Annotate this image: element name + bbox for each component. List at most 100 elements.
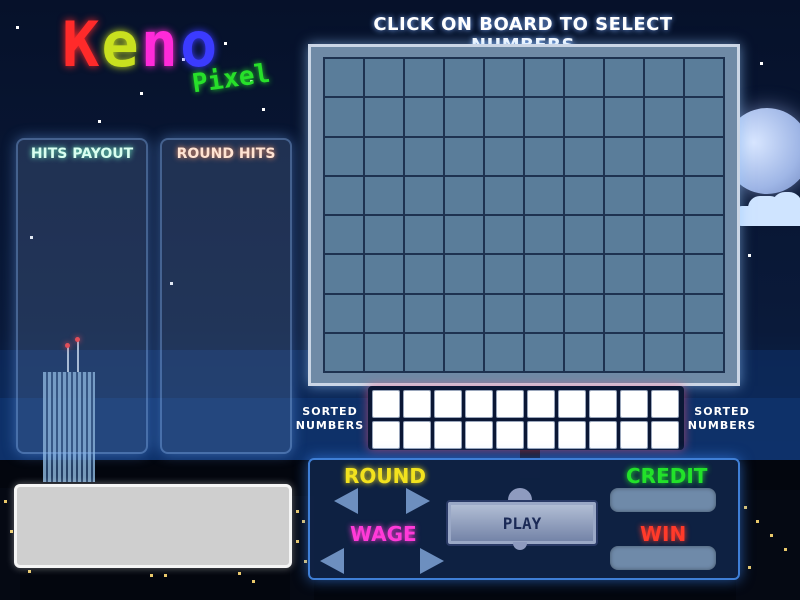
- board-cell[interactable]: [645, 294, 683, 332]
- board-cell[interactable]: [325, 176, 363, 214]
- board-cell[interactable]: [685, 333, 723, 371]
- board-cell[interactable]: [325, 216, 363, 254]
- board-cell[interactable]: [645, 333, 683, 371]
- wage-increase-arrow[interactable]: [420, 548, 444, 574]
- board-cell[interactable]: [565, 333, 603, 371]
- round-label: ROUND: [344, 464, 426, 488]
- wage-decrease-arrow[interactable]: [320, 548, 344, 574]
- board-cell[interactable]: [325, 294, 363, 332]
- board-cell[interactable]: [365, 176, 403, 214]
- board-cell[interactable]: [685, 255, 723, 293]
- board-cell[interactable]: [565, 294, 603, 332]
- board-cell[interactable]: [525, 176, 563, 214]
- board-cell[interactable]: [645, 255, 683, 293]
- board-cell[interactable]: [365, 333, 403, 371]
- board-cell[interactable]: [525, 98, 563, 136]
- credit-label: CREDIT: [626, 464, 708, 488]
- round-decrease-arrow[interactable]: [334, 488, 358, 514]
- board-cell[interactable]: [445, 333, 483, 371]
- sorted-number-slot: [558, 390, 586, 418]
- board-cell[interactable]: [325, 137, 363, 175]
- board-cell[interactable]: [645, 137, 683, 175]
- board-cell[interactable]: [525, 216, 563, 254]
- board-cell[interactable]: [485, 333, 523, 371]
- board-cell[interactable]: [525, 255, 563, 293]
- board-cell[interactable]: [565, 98, 603, 136]
- board-cell[interactable]: [485, 216, 523, 254]
- window-light: [784, 548, 787, 551]
- board-cell[interactable]: [405, 98, 443, 136]
- board-cell[interactable]: [645, 59, 683, 97]
- board-cell[interactable]: [445, 216, 483, 254]
- board-cell[interactable]: [485, 98, 523, 136]
- board-cell[interactable]: [525, 137, 563, 175]
- board-cell[interactable]: [525, 59, 563, 97]
- window-light: [770, 534, 773, 537]
- board-cell[interactable]: [445, 59, 483, 97]
- board-cell[interactable]: [485, 176, 523, 214]
- play-button[interactable]: PLAY: [446, 500, 598, 546]
- board-cell[interactable]: [685, 137, 723, 175]
- board-cell[interactable]: [445, 255, 483, 293]
- board-cell[interactable]: [565, 255, 603, 293]
- board-cell[interactable]: [365, 137, 403, 175]
- board-cell[interactable]: [605, 59, 643, 97]
- board-cell[interactable]: [365, 216, 403, 254]
- window-light: [28, 570, 31, 573]
- board-cell[interactable]: [565, 176, 603, 214]
- board-cell[interactable]: [325, 98, 363, 136]
- board-cell[interactable]: [445, 137, 483, 175]
- round-increase-arrow[interactable]: [406, 488, 430, 514]
- board-cell[interactable]: [485, 59, 523, 97]
- board-cell[interactable]: [605, 137, 643, 175]
- board-cell[interactable]: [485, 255, 523, 293]
- board-cell[interactable]: [565, 59, 603, 97]
- board-cell[interactable]: [325, 333, 363, 371]
- board-cell[interactable]: [445, 176, 483, 214]
- board-cell[interactable]: [645, 98, 683, 136]
- sorted-number-slot: [527, 421, 555, 449]
- sorted-number-slot: [434, 421, 462, 449]
- board-cell[interactable]: [685, 59, 723, 97]
- board-cell[interactable]: [605, 294, 643, 332]
- sorted-numbers-label-left: SORTED NUMBERS: [290, 405, 370, 433]
- board-cell[interactable]: [405, 59, 443, 97]
- board-cell[interactable]: [405, 255, 443, 293]
- sorted-label-line1: SORTED: [694, 405, 750, 418]
- board-cell[interactable]: [485, 137, 523, 175]
- board-cell[interactable]: [325, 255, 363, 293]
- board-cell[interactable]: [405, 294, 443, 332]
- board-cell[interactable]: [405, 176, 443, 214]
- board-cell[interactable]: [405, 216, 443, 254]
- board-cell[interactable]: [685, 176, 723, 214]
- board-cell[interactable]: [405, 333, 443, 371]
- board-cell[interactable]: [605, 216, 643, 254]
- board-cell[interactable]: [445, 98, 483, 136]
- board-cell[interactable]: [645, 216, 683, 254]
- window-light: [756, 520, 759, 523]
- board-cell[interactable]: [365, 59, 403, 97]
- board-cell[interactable]: [365, 294, 403, 332]
- board-cell[interactable]: [365, 255, 403, 293]
- board-cell[interactable]: [365, 98, 403, 136]
- board-cell[interactable]: [605, 98, 643, 136]
- window-light: [10, 530, 13, 533]
- board-cell[interactable]: [405, 137, 443, 175]
- board-cell[interactable]: [485, 294, 523, 332]
- board-cell[interactable]: [685, 98, 723, 136]
- sorted-number-slot: [465, 421, 493, 449]
- board-cell[interactable]: [685, 294, 723, 332]
- board-cell[interactable]: [645, 176, 683, 214]
- board-cell[interactable]: [605, 333, 643, 371]
- board-cell[interactable]: [525, 333, 563, 371]
- board-cell[interactable]: [565, 216, 603, 254]
- board-cell[interactable]: [525, 294, 563, 332]
- board-cell[interactable]: [445, 294, 483, 332]
- cloud: [732, 192, 800, 230]
- board-cell[interactable]: [605, 255, 643, 293]
- board-cell[interactable]: [565, 137, 603, 175]
- board-cell[interactable]: [685, 216, 723, 254]
- board-cell[interactable]: [605, 176, 643, 214]
- star: [98, 120, 101, 123]
- board-cell[interactable]: [325, 59, 363, 97]
